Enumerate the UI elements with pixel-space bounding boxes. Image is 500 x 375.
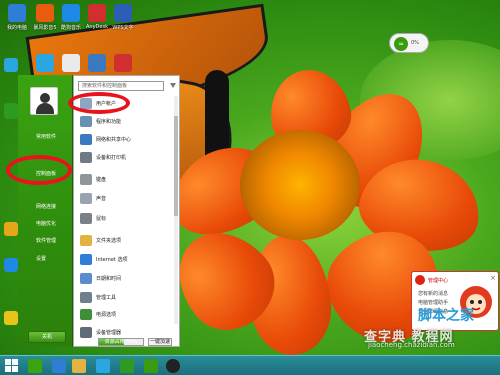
menu-item-sound[interactable]: 声音	[80, 192, 172, 206]
highlight-circle-user-accounts	[68, 92, 130, 114]
windows-start-icon[interactable]	[5, 359, 19, 373]
one-key-speedup-button[interactable]: 一键加速	[148, 338, 172, 346]
menu-item-keyboard[interactable]: 键盘	[80, 173, 172, 187]
music-player-icon[interactable]	[62, 4, 80, 22]
start-menu-right-pane: 搜索软件和控制面板 用户帐户 程序和功能 网络和共享中心 设备和打印机 键盘 声…	[73, 75, 180, 347]
app-icon[interactable]	[88, 54, 106, 72]
folder-icon	[80, 235, 92, 246]
menu-item-admin-tools[interactable]: 管理工具	[80, 291, 172, 305]
search-input[interactable]: 搜索软件和控制面板	[78, 81, 164, 91]
device-manager-icon	[80, 327, 92, 338]
menu-item-programs-features[interactable]: 程序和功能	[80, 115, 172, 129]
popup-line: 您有新的消息	[418, 291, 449, 297]
app-icon[interactable]	[4, 258, 18, 272]
menu-scrollbar[interactable]	[174, 96, 178, 324]
start-left-item-optimize[interactable]: 电脑优化	[36, 220, 56, 227]
power-icon	[80, 309, 92, 320]
file-explorer-icon[interactable]	[72, 359, 86, 373]
programs-icon	[80, 116, 92, 127]
start-left-item-common-software[interactable]: 常用软件	[36, 133, 56, 140]
security-icon[interactable]	[120, 359, 134, 373]
desktop-icon-label: 我的电脑	[6, 25, 27, 31]
clock-icon	[80, 273, 92, 284]
network-percent: 0%	[411, 40, 419, 46]
user-avatar[interactable]	[30, 87, 58, 115]
app-icon[interactable]	[36, 54, 54, 72]
watermark-brand: 脚本之家	[418, 308, 474, 324]
app-icon[interactable]	[62, 54, 80, 72]
qq-icon[interactable]	[166, 359, 180, 373]
app-icon[interactable]	[114, 54, 132, 72]
speaker-icon	[80, 193, 92, 204]
menu-item-date-time[interactable]: 日期和时间	[80, 272, 172, 286]
tools-icon	[80, 292, 92, 303]
media-icon[interactable]	[96, 359, 110, 373]
taskbar-app-icon[interactable]	[28, 359, 42, 373]
menu-item-power-options[interactable]: 电源选项	[80, 308, 172, 322]
internet-icon	[80, 254, 92, 265]
popup-title: 管理中心	[428, 278, 449, 284]
my-computer-icon[interactable]	[8, 4, 26, 22]
desktop-icon-label: WPS文字	[112, 25, 134, 31]
start-left-item-settings[interactable]: 设置	[36, 255, 46, 262]
resource-usage-bar: 资源占用 56%	[98, 338, 144, 346]
network-speed-widget[interactable]: ≈ 0%	[389, 33, 429, 53]
mouse-icon	[80, 213, 92, 224]
app-logo-icon	[415, 275, 425, 285]
taskbar	[0, 355, 500, 375]
app-icon[interactable]	[4, 222, 18, 236]
menu-item-folder-options[interactable]: 文件夹选项	[80, 234, 172, 248]
watermark-url: jiaocheng.chazidian.com	[368, 341, 455, 349]
remote-desktop-icon[interactable]	[88, 4, 106, 22]
start-left-item-software-manager[interactable]: 软件管理	[36, 237, 56, 244]
shutdown-button[interactable]: 关机	[28, 331, 66, 343]
menu-item-mouse[interactable]: 鼠标	[80, 212, 172, 226]
menu-item-network-center[interactable]: 网络和共享中心	[80, 133, 172, 147]
start-menu-left-pane: 常用软件 控制面板 网络连接 电脑优化 软件管理 设置 关机	[18, 75, 73, 347]
highlight-circle-control-panel	[6, 155, 72, 185]
keyboard-icon	[80, 174, 92, 185]
filter-icon[interactable]	[170, 83, 176, 89]
start-left-item-network[interactable]: 网络连接	[36, 203, 56, 210]
security-shield-icon[interactable]	[4, 103, 18, 119]
browser-icon[interactable]	[4, 58, 18, 72]
printer-icon	[80, 152, 92, 163]
ie-browser-icon[interactable]	[52, 359, 66, 373]
wifi-icon: ≈	[394, 37, 408, 51]
network-icon	[80, 134, 92, 145]
menu-item-devices-printers[interactable]: 设备和打印机	[80, 151, 172, 165]
app-icon[interactable]	[4, 311, 18, 325]
video-player-icon[interactable]	[36, 4, 54, 22]
browser-icon[interactable]	[144, 359, 158, 373]
menu-item-internet-options[interactable]: Internet 选项	[80, 253, 172, 267]
wps-writer-icon[interactable]	[114, 4, 132, 22]
